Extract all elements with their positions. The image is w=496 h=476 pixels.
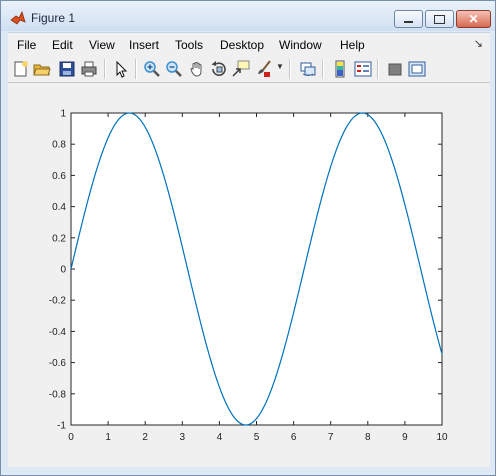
brush-icon[interactable]	[255, 60, 273, 78]
toolbar-separator	[289, 59, 291, 79]
menu-edit[interactable]: Edit	[52, 38, 73, 52]
zoom-in-icon[interactable]	[143, 60, 161, 78]
minimize-icon	[404, 21, 413, 23]
brush-dropdown-chevron-icon[interactable]: ▼	[276, 62, 284, 71]
maximize-button[interactable]	[425, 10, 454, 28]
toolbar-separator	[322, 59, 324, 79]
maximize-icon	[434, 14, 445, 24]
toolbar-separator	[135, 59, 137, 79]
figure-canvas[interactable]	[8, 83, 490, 467]
window-title: Figure 1	[31, 11, 76, 25]
menu-bar: File Edit View Insert Tools Desktop Wind…	[8, 32, 490, 56]
close-icon: ✕	[468, 12, 479, 26]
print-icon[interactable]	[80, 60, 98, 78]
zoom-out-icon[interactable]	[165, 60, 183, 78]
menu-desktop[interactable]: Desktop	[220, 38, 264, 52]
menu-file[interactable]: File	[17, 38, 36, 52]
toolbar-separator	[377, 59, 379, 79]
new-figure-icon[interactable]	[12, 60, 30, 78]
select-arrow-icon[interactable]	[112, 60, 130, 78]
title-bar[interactable]: Figure 1 ✕	[1, 1, 495, 31]
data-cursor-icon[interactable]	[232, 60, 250, 78]
menu-insert[interactable]: Insert	[129, 38, 159, 52]
menu-view[interactable]: View	[89, 38, 115, 52]
menu-help[interactable]: Help	[340, 38, 365, 52]
matlab-logo-icon	[10, 10, 26, 25]
show-plot-tools-icon[interactable]	[408, 60, 426, 78]
figure-toolbar: ▼	[8, 55, 490, 83]
rotate-3d-icon[interactable]	[210, 60, 228, 78]
open-file-icon[interactable]	[33, 60, 51, 78]
pan-hand-icon[interactable]	[188, 60, 206, 78]
menu-tools[interactable]: Tools	[175, 38, 203, 52]
menu-window[interactable]: Window	[279, 38, 322, 52]
save-icon[interactable]	[58, 60, 76, 78]
link-plot-icon[interactable]	[299, 60, 317, 78]
minimize-button[interactable]	[394, 10, 423, 28]
legend-icon[interactable]	[354, 60, 372, 78]
close-button[interactable]: ✕	[456, 10, 491, 28]
toolbar-separator	[104, 59, 106, 79]
figure-window: Figure 1 ✕ File Edit View Insert Tools D…	[0, 0, 496, 476]
colorbar-icon[interactable]	[331, 60, 349, 78]
hide-plot-tools-icon[interactable]	[386, 60, 404, 78]
dock-figure-icon[interactable]: ↘	[474, 37, 483, 50]
